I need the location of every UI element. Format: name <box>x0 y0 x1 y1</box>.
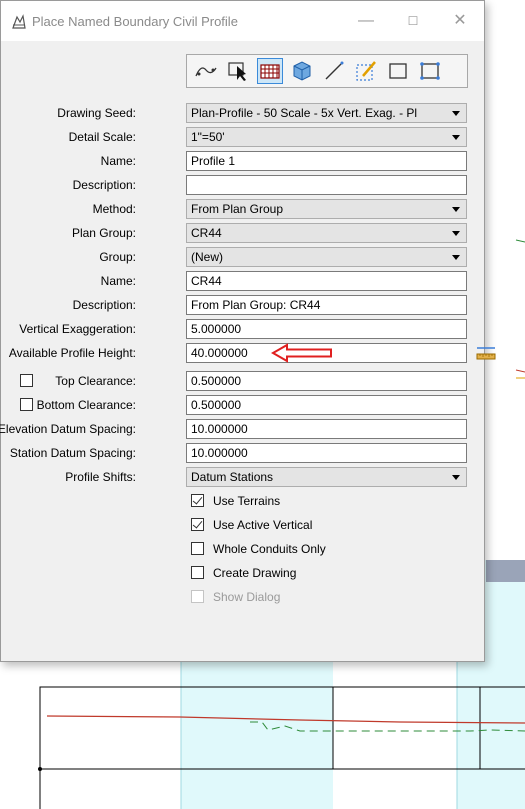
plan-group-value: CR44 <box>191 226 222 240</box>
description-input[interactable] <box>186 175 467 195</box>
chevron-down-icon <box>452 207 460 212</box>
group-value: (New) <box>191 250 223 264</box>
rectangle-icon[interactable] <box>385 58 411 84</box>
station-datum-spacing-input[interactable]: 10.000000 <box>186 443 467 463</box>
measure-height-icon[interactable] <box>475 346 497 362</box>
bottom-clearance-input[interactable]: 0.500000 <box>186 395 467 415</box>
description-label: Description: <box>72 178 136 192</box>
name-input[interactable]: Profile 1 <box>186 151 467 171</box>
chevron-down-icon <box>452 255 460 260</box>
whole-conduits-only-checkbox[interactable] <box>191 542 204 555</box>
bottom-clearance-checkbox[interactable] <box>20 398 33 411</box>
line-icon[interactable] <box>321 58 347 84</box>
chevron-down-icon <box>452 475 460 480</box>
placement-toolbar <box>186 54 468 88</box>
detail-scale-value: 1"=50' <box>191 130 225 144</box>
shape-icon[interactable] <box>417 58 443 84</box>
red-arrow-annotation <box>271 343 332 363</box>
group-description-label: Description: <box>72 298 136 312</box>
group-name-label: Name: <box>100 274 136 288</box>
use-terrains-label: Use Terrains <box>213 494 281 508</box>
select-element-icon[interactable] <box>225 58 251 84</box>
group-select[interactable]: (New) <box>186 247 467 267</box>
drawing-seed-label: Drawing Seed: <box>57 106 136 120</box>
minimize-icon[interactable]: — <box>354 11 378 31</box>
bottom-clearance-label: Bottom Clearance: <box>36 398 136 412</box>
window-title: Place Named Boundary Civil Profile <box>32 14 238 29</box>
chevron-down-icon <box>452 111 460 116</box>
elevation-datum-spacing-label: Elevation Datum Spacing: <box>0 422 136 436</box>
plan-group-select[interactable]: CR44 <box>186 223 467 243</box>
create-drawing-checkbox[interactable] <box>191 566 204 579</box>
use-terrains-checkbox[interactable] <box>191 494 204 507</box>
create-drawing-label: Create Drawing <box>213 566 297 580</box>
chevron-down-icon <box>452 231 460 236</box>
top-clearance-input[interactable]: 0.500000 <box>186 371 467 391</box>
show-dialog-label: Show Dialog <box>213 590 281 604</box>
top-clearance-checkbox[interactable] <box>20 374 33 387</box>
plan-group-label: Plan Group: <box>71 226 136 240</box>
profile-grid-icon[interactable] <box>257 58 283 84</box>
profile-shifts-value: Datum Stations <box>191 470 274 484</box>
whole-conduits-only-label: Whole Conduits Only <box>213 542 326 556</box>
civil-profile-icon[interactable] <box>193 58 219 84</box>
use-active-vertical-label: Use Active Vertical <box>213 518 313 532</box>
group-description-input[interactable]: From Plan Group: CR44 <box>186 295 467 315</box>
elevation-datum-spacing-input[interactable]: 10.000000 <box>186 419 467 439</box>
edit-line-icon[interactable] <box>353 58 379 84</box>
show-dialog-checkbox <box>191 590 204 603</box>
maximize-icon[interactable]: ☐ <box>401 11 425 31</box>
detail-scale-label: Detail Scale: <box>68 130 136 144</box>
use-active-vertical-checkbox[interactable] <box>191 518 204 531</box>
profile-shifts-label: Profile Shifts: <box>65 470 136 484</box>
name-label: Name: <box>100 154 136 168</box>
vertical-exaggeration-label: Vertical Exaggeration: <box>19 322 136 336</box>
chevron-down-icon <box>452 135 460 140</box>
group-label: Group: <box>99 250 136 264</box>
app-icon <box>12 14 26 29</box>
drawing-seed-select[interactable]: Plan-Profile - 50 Scale - 5x Vert. Exag.… <box>186 103 467 123</box>
drawing-seed-value: Plan-Profile - 50 Scale - 5x Vert. Exag.… <box>191 106 418 120</box>
title-bar[interactable]: Place Named Boundary Civil Profile — ☐ ✕ <box>1 1 484 41</box>
3d-box-icon[interactable] <box>289 58 315 84</box>
detail-scale-select[interactable]: 1"=50' <box>186 127 467 147</box>
method-label: Method: <box>92 202 136 216</box>
place-named-boundary-dialog: Place Named Boundary Civil Profile — ☐ ✕ <box>0 0 496 662</box>
station-datum-spacing-label: Station Datum Spacing: <box>9 446 136 460</box>
top-clearance-label: Top Clearance: <box>55 374 136 388</box>
profile-shifts-select[interactable]: Datum Stations <box>186 467 467 487</box>
method-select[interactable]: From Plan Group <box>186 199 467 219</box>
method-value: From Plan Group <box>191 202 284 216</box>
available-profile-height-label: Available Profile Height: <box>8 346 136 360</box>
vertical-exaggeration-input[interactable]: 5.000000 <box>186 319 467 339</box>
close-icon[interactable]: ✕ <box>448 11 472 31</box>
group-name-input[interactable]: CR44 <box>186 271 467 291</box>
